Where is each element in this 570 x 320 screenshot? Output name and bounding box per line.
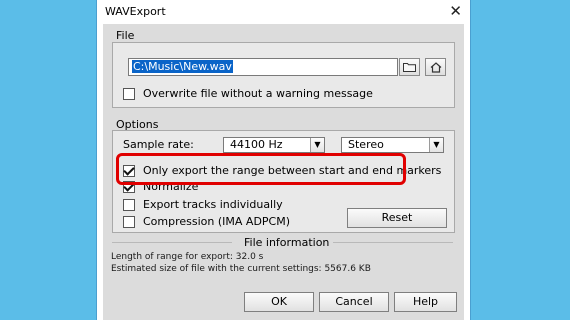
sample-rate-value: 44100 Hz <box>230 138 283 151</box>
overwrite-checkbox[interactable] <box>123 87 135 100</box>
compression-label: Compression (IMA ADPCM) <box>143 215 291 228</box>
compression-checkbox-row[interactable]: Compression (IMA ADPCM) <box>123 215 290 228</box>
browse-folder-button[interactable] <box>399 58 420 76</box>
sample-rate-label: Sample rate: <box>123 138 194 151</box>
overwrite-label: Overwrite file without a warning message <box>143 87 373 100</box>
reset-button[interactable]: Reset <box>347 208 447 228</box>
file-path-input[interactable]: C:\Music\New.wav <box>128 58 398 76</box>
export-tracks-checkbox-row[interactable]: Export tracks individually <box>123 198 283 211</box>
window-title: WAVExport <box>105 5 166 18</box>
chevron-down-icon: ▼ <box>310 138 324 152</box>
close-icon[interactable]: ✕ <box>449 2 462 20</box>
file-path-text: C:\Music\New.wav <box>132 60 233 73</box>
wav-export-dialog: WAVExport ✕ File C:\Music\New.wav Overwr… <box>97 0 470 320</box>
folder-icon <box>403 63 416 72</box>
export-tracks-checkbox[interactable] <box>123 198 135 211</box>
sample-rate-dropdown[interactable]: 44100 Hz ▼ <box>223 137 325 153</box>
file-info-divider-left <box>112 242 232 243</box>
home-folder-button[interactable] <box>425 58 446 76</box>
overwrite-checkbox-row[interactable]: Overwrite file without a warning message <box>123 87 373 100</box>
file-info-divider-right <box>333 242 453 243</box>
home-icon <box>430 61 441 73</box>
file-info-header: File information <box>244 236 330 249</box>
help-button[interactable]: Help <box>394 292 457 312</box>
cancel-button[interactable]: Cancel <box>319 292 389 312</box>
title-bar[interactable]: WAVExport ✕ <box>97 0 470 24</box>
estimated-size-text: Estimated size of file with the current … <box>111 264 371 274</box>
channels-dropdown[interactable]: Stereo ▼ <box>341 137 444 153</box>
highlight-annotation <box>116 153 406 185</box>
export-tracks-label: Export tracks individually <box>143 198 283 211</box>
compression-checkbox[interactable] <box>123 215 135 228</box>
length-of-range-text: Length of range for export: 32.0 s <box>111 252 264 262</box>
channels-value: Stereo <box>348 138 384 151</box>
chevron-down-icon: ▼ <box>429 138 443 152</box>
ok-button[interactable]: OK <box>244 292 314 312</box>
file-section-label: File <box>116 29 135 42</box>
dialog-body: File C:\Music\New.wav Overwrite file wit… <box>103 24 464 320</box>
